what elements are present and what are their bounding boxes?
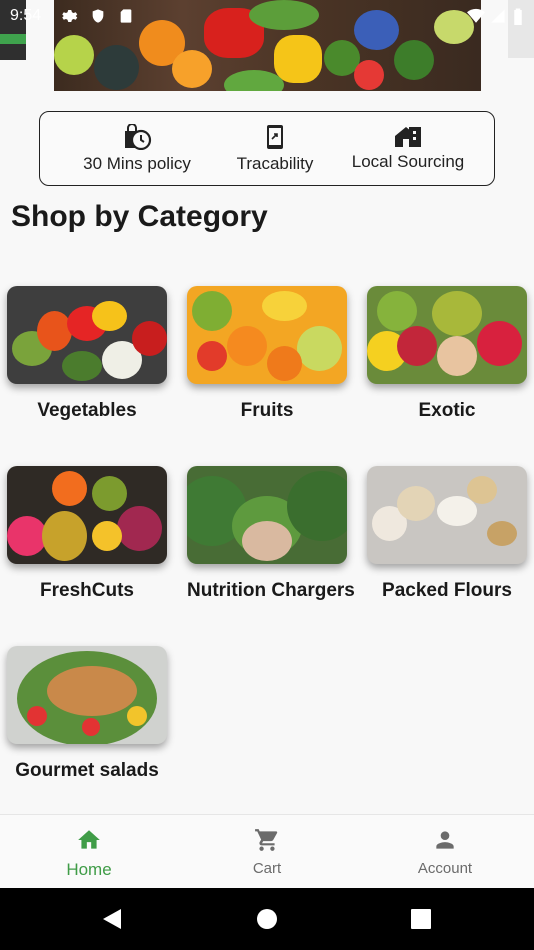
nav-home[interactable]: Home	[29, 827, 149, 880]
feature-local-sourcing: Local Sourcing	[345, 124, 471, 172]
category-gourmet-salads[interactable]: Gourmet salads	[7, 646, 167, 782]
category-exotic[interactable]: Exotic	[367, 286, 527, 422]
feature-label: 30 Mins policy	[83, 154, 191, 173]
status-time: 9:54	[10, 7, 42, 24]
shield-icon	[92, 9, 104, 23]
signal-icon	[491, 9, 505, 23]
category-label[interactable]: Gourmet salads	[7, 760, 167, 782]
feature-30-mins-policy: 30 Mins policy	[78, 124, 196, 174]
features-box: 30 Mins policy Tracability Local Sourcin…	[39, 111, 495, 186]
home-building-icon	[395, 127, 421, 147]
category-packed-flours[interactable]: Packed Flours	[367, 466, 527, 602]
nav-home-label: Home	[66, 860, 112, 879]
home-button-icon[interactable]	[257, 909, 277, 929]
category-label[interactable]: Fruits	[187, 400, 347, 422]
cart-icon	[255, 829, 278, 851]
battery-icon	[514, 8, 522, 25]
back-icon[interactable]	[101, 908, 123, 930]
section-title: Shop by Category	[11, 200, 268, 233]
timer-bag-icon	[125, 124, 152, 150]
wifi-icon	[467, 8, 485, 23]
feature-label: Tracability	[236, 154, 314, 173]
category-image[interactable]	[187, 286, 347, 384]
feature-label: Local Sourcing	[351, 152, 465, 171]
nav-cart-label: Cart	[252, 860, 282, 877]
recents-icon[interactable]	[411, 909, 431, 929]
settings-icon	[62, 10, 78, 22]
category-label[interactable]: Nutrition Chargers	[187, 580, 355, 602]
sd-card-icon	[120, 9, 132, 23]
home-icon	[78, 830, 100, 849]
person-icon	[436, 831, 454, 849]
feature-tracability: Tracability	[225, 124, 325, 174]
category-image[interactable]	[367, 466, 527, 564]
category-image[interactable]	[187, 466, 347, 564]
category-nutrition-chargers[interactable]: Nutrition Chargers	[187, 466, 355, 602]
category-label[interactable]: Packed Flours	[367, 580, 527, 602]
category-vegetables[interactable]: Vegetables	[7, 286, 167, 422]
bottom-navigation: Home Cart Account	[0, 814, 534, 889]
category-image[interactable]	[7, 466, 167, 564]
nav-account-label: Account	[417, 860, 473, 877]
nav-cart[interactable]: Cart	[207, 827, 327, 877]
category-freshcuts[interactable]: FreshCuts	[7, 466, 167, 602]
category-image[interactable]	[7, 646, 167, 744]
category-label[interactable]: Vegetables	[7, 400, 167, 422]
category-fruits[interactable]: Fruits	[187, 286, 347, 422]
category-image[interactable]	[7, 286, 167, 384]
category-image[interactable]	[367, 286, 527, 384]
category-label[interactable]: FreshCuts	[7, 580, 167, 602]
phone-share-icon	[267, 125, 283, 149]
category-label[interactable]: Exotic	[367, 400, 527, 422]
system-navigation-bar	[0, 888, 534, 950]
nav-account[interactable]: Account	[385, 827, 505, 877]
status-bar: 9:54	[0, 0, 534, 32]
